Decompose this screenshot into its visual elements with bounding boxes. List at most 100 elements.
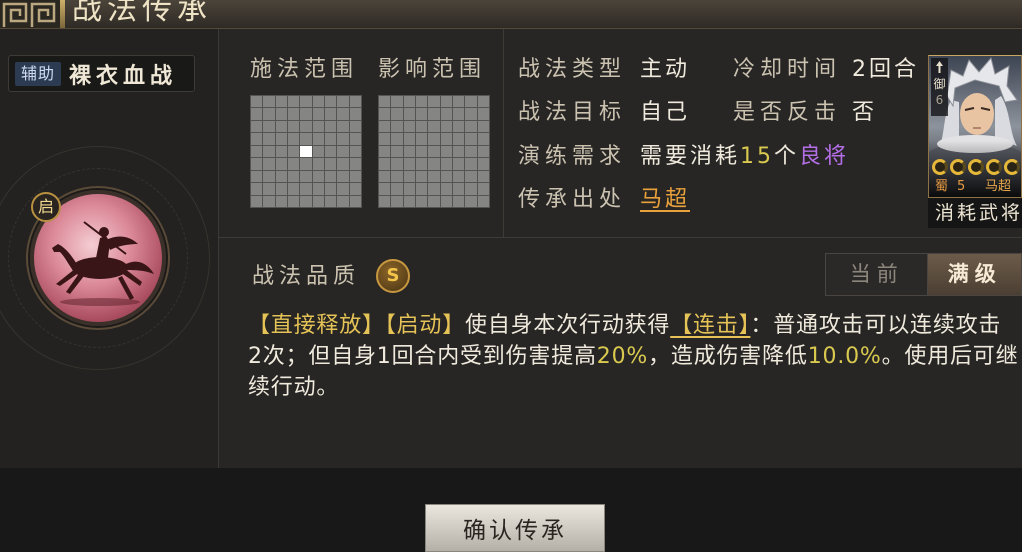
tactic-type-label: 战法类型 [518, 57, 627, 82]
description-text: 2次；但自身1回合内受到伤害提高 [248, 344, 597, 369]
range-cell [391, 96, 403, 108]
range-cell [275, 133, 287, 145]
range-cell [324, 108, 337, 120]
range-cell [287, 108, 300, 120]
range-cell [452, 108, 465, 120]
range-cell [465, 195, 477, 207]
range-cell [324, 158, 337, 170]
range-cell [428, 120, 440, 133]
range-cell [349, 133, 361, 145]
range-cell [337, 195, 349, 207]
range-cell [287, 170, 300, 183]
level-pip-icon [932, 159, 948, 175]
range-cell [465, 96, 477, 108]
range-cell [465, 170, 477, 183]
range-cell [403, 108, 415, 120]
general-card[interactable]: 御 6 蜀 5 马超 [928, 55, 1022, 198]
range-cell [465, 158, 477, 170]
range-cell [379, 145, 391, 158]
range-cell [379, 133, 391, 145]
range-cell [391, 158, 403, 170]
toggle-max-level[interactable]: 满级 [927, 254, 1021, 295]
range-cell [391, 183, 403, 195]
range-cell [287, 133, 300, 145]
tactic-detail-panel: 施法范围 影响范围 战法类型 主动 冷却时间 2回合 战法目标 自己 是否反击 … [219, 29, 1022, 468]
range-cell [440, 120, 452, 133]
range-cell [251, 120, 263, 133]
range-cell [251, 133, 263, 145]
range-cell [440, 170, 452, 183]
spear-icon [936, 61, 943, 73]
range-cell [428, 108, 440, 120]
cooldown-value: 2回合 [852, 57, 919, 82]
range-cell [391, 133, 403, 145]
keyword-link[interactable]: 【连击】 [670, 313, 750, 338]
tactic-name-box: 辅助 裸衣血战 [8, 55, 195, 92]
range-cell [312, 195, 324, 207]
level-pip-icon [950, 159, 966, 175]
training-label: 演练需求 [518, 144, 627, 169]
range-cell [337, 120, 349, 133]
level-pips [932, 159, 1021, 176]
range-cell [312, 158, 324, 170]
source-label: 传承出处 [518, 187, 627, 212]
confirm-inherit-button[interactable]: 确认传承 [425, 504, 605, 552]
general-name: 马超 [985, 179, 1012, 194]
range-cell [349, 120, 361, 133]
range-cell [465, 183, 477, 195]
range-cell [275, 108, 287, 120]
range-cell [275, 158, 287, 170]
highlight-text: 10.0% [807, 344, 882, 369]
effect-range-grid [378, 95, 490, 208]
range-cell [275, 170, 287, 183]
range-cell [287, 183, 300, 195]
range-cell [349, 145, 361, 158]
source-general-link[interactable]: 马超 [640, 186, 690, 214]
range-cell [440, 133, 452, 145]
range-cell [337, 108, 349, 120]
range-cell [379, 195, 391, 207]
range-cell [263, 195, 275, 207]
range-cell [324, 195, 337, 207]
range-cell [452, 158, 465, 170]
range-cell [324, 145, 337, 158]
rank-tag: 御 6 [931, 58, 948, 116]
range-cell [415, 133, 428, 145]
range-cell [349, 170, 361, 183]
range-cell [452, 133, 465, 145]
range-cell [349, 183, 361, 195]
range-cell [324, 133, 337, 145]
quality-grade-badge: S [376, 259, 410, 293]
training-unit: 个 [774, 144, 800, 169]
training-requirement: 需要消耗15个良将 [640, 143, 849, 171]
range-cell [477, 120, 489, 133]
range-cell [337, 170, 349, 183]
range-cell [477, 183, 489, 195]
range-cell [428, 170, 440, 183]
training-count: 15 [740, 144, 775, 169]
tactic-name: 裸衣血战 [69, 63, 178, 89]
highlight-text: 【启动】 [384, 313, 466, 338]
rank-value: 6 [935, 93, 944, 107]
range-cell [452, 120, 465, 133]
level-pip-icon [968, 159, 984, 175]
range-cell [312, 108, 324, 120]
range-cell [477, 108, 489, 120]
range-cell [465, 133, 477, 145]
range-cell [379, 158, 391, 170]
range-cell [391, 145, 403, 158]
range-cell [477, 170, 489, 183]
range-cell [300, 120, 312, 133]
range-cell [300, 108, 312, 120]
effect-range-label: 影响范围 [378, 57, 487, 82]
toggle-current-level[interactable]: 当前 [826, 254, 927, 295]
range-cell [403, 145, 415, 158]
range-cell [324, 96, 337, 108]
card-caption-text: 消耗武将 [935, 202, 1022, 224]
title-bar: 战法传承 [0, 0, 1022, 29]
tactic-type-value: 主动 [640, 57, 691, 82]
range-cell [391, 170, 403, 183]
range-cell [337, 133, 349, 145]
description-line: 2次；但自身1回合内受到伤害提高20%，造成伤害降低10.0%。使用后可继 [248, 341, 1022, 372]
range-cell [312, 183, 324, 195]
